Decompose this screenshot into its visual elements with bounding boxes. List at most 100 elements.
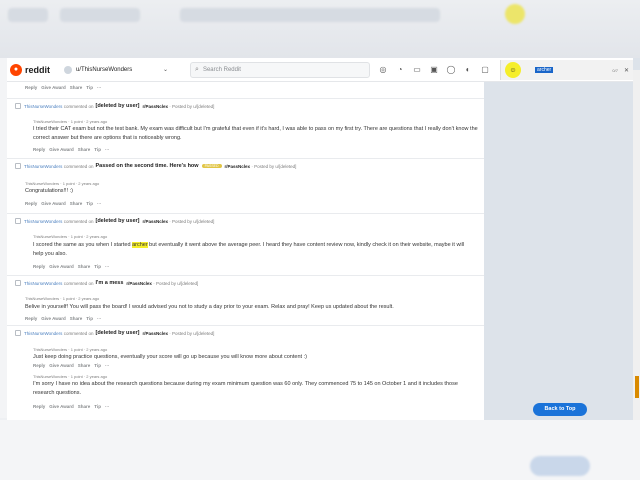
share-button[interactable]: Share — [70, 201, 83, 206]
comment-text: Just keep doing practice questions, even… — [33, 354, 307, 360]
tip-button[interactable]: Tip — [86, 85, 93, 90]
reply-button[interactable]: Reply — [33, 147, 45, 152]
blurred-highlight — [505, 4, 525, 24]
close-icon[interactable]: ✕ — [624, 67, 629, 74]
comment-checkbox-icon — [15, 103, 21, 109]
comment-author: ThisNurseWonders · 1 point · 2 years ago — [33, 374, 108, 379]
explore-icon[interactable]: ◎ — [378, 65, 388, 75]
username-link[interactable]: ThisNurseWonders — [24, 104, 62, 109]
search-match-highlight: archer — [132, 242, 148, 248]
verb-label: commented on — [63, 218, 94, 224]
community-selector[interactable]: u/ThisNurseWonders ⌄ — [64, 65, 168, 74]
comment-meta: ThisNurseWonders commented on [deleted b… — [15, 330, 214, 336]
subreddit-link[interactable]: r/PassNclex — [225, 164, 251, 169]
right-sidebar — [484, 58, 640, 420]
post-title-link[interactable]: [deleted by user] — [95, 218, 139, 224]
more-options-button[interactable]: ··· — [105, 404, 110, 409]
share-button[interactable]: Share — [70, 85, 83, 90]
notification-icon[interactable]: ◯ — [446, 65, 456, 75]
comment-author: ThisNurseWonders · 1 point · 2 years ago — [33, 347, 108, 352]
subreddit-link[interactable]: r/PassNclex — [143, 219, 169, 224]
search-input[interactable]: ⌕ Search Reddit — [190, 61, 371, 78]
username-link[interactable]: ThisNurseWonders — [24, 281, 62, 286]
video-icon[interactable]: ▭ — [412, 65, 422, 75]
tip-button[interactable]: Tip — [86, 316, 93, 321]
share-button[interactable]: Share — [78, 363, 91, 368]
reddit-logo-text[interactable]: reddit — [25, 65, 50, 75]
posted-by-label: · Posted by u/[deleted] — [169, 330, 215, 336]
share-button[interactable]: Share — [70, 316, 83, 321]
reply-button[interactable]: Reply — [33, 363, 45, 368]
list-item: ThisNurseWonders commented on I'm a mess… — [7, 275, 484, 325]
username-link[interactable]: ThisNurseWonders — [24, 219, 62, 224]
posted-by-label: · Posted by u/[deleted] — [153, 280, 199, 286]
more-options-button[interactable]: ··· — [105, 264, 110, 269]
reply-button[interactable]: Reply — [33, 264, 45, 269]
more-options-button[interactable]: ··· — [105, 363, 110, 368]
moderation-icon[interactable]: ▣ — [429, 65, 439, 75]
share-button[interactable]: Share — [78, 147, 91, 152]
find-query-input[interactable]: archer — [535, 67, 554, 73]
blurred-tab — [8, 8, 48, 22]
popular-icon[interactable]: ◔ — [395, 65, 405, 75]
give-award-button[interactable]: Give Award — [49, 363, 74, 368]
share-button[interactable]: Share — [78, 404, 91, 409]
tip-button[interactable]: Tip — [86, 201, 93, 206]
comment-actions: Reply Give Award Share Tip ··· — [25, 316, 105, 321]
give-award-button[interactable]: Give Award — [49, 147, 74, 152]
share-button[interactable]: Share — [78, 264, 91, 269]
give-award-button[interactable]: Give Award — [41, 85, 66, 90]
message-icon[interactable]: ▢ — [480, 65, 490, 75]
give-award-button[interactable]: Give Award — [49, 264, 74, 269]
blurred-browser-chrome — [0, 0, 640, 58]
comment-author: ThisNurseWonders · 1 point · 2 years ago — [33, 119, 108, 124]
comment-checkbox-icon — [15, 163, 21, 169]
username-link[interactable]: ThisNurseWonders — [24, 164, 62, 169]
more-options-button[interactable]: ··· — [97, 316, 102, 321]
comment-feed: Reply Give Award Share Tip ··· ThisNurse… — [7, 82, 484, 420]
tip-button[interactable]: Tip — [94, 404, 101, 409]
reply-button[interactable]: Reply — [25, 201, 37, 206]
reddit-logo-icon[interactable]: ● — [10, 63, 22, 76]
comment-text-part: I scored the same as you when I started — [33, 242, 133, 248]
chat-icon[interactable]: ◐ — [463, 65, 473, 75]
tip-button[interactable]: Tip — [94, 363, 101, 368]
posted-by-label: · Posted by u/[deleted] — [169, 103, 215, 109]
give-award-button[interactable]: Give Award — [49, 404, 74, 409]
username-link[interactable]: ThisNurseWonders — [24, 331, 62, 336]
subreddit-link[interactable]: r/PassNclex — [126, 281, 152, 286]
list-item: ThisNurseWonders commented on Passed on … — [7, 158, 484, 213]
subreddit-link[interactable]: r/PassNclex — [143, 104, 169, 109]
post-title-link[interactable]: [deleted by user] — [95, 330, 139, 336]
give-award-button[interactable]: Give Award — [41, 201, 66, 206]
comment-actions: Reply Give Award Share Tip ··· — [33, 404, 113, 409]
post-flair-badge: PASSED — [201, 164, 222, 168]
comment-actions: Reply Give Award Share Tip ··· — [25, 85, 105, 90]
list-item: Reply Give Award Share Tip ··· — [7, 82, 484, 98]
search-icon: ⌕ — [195, 65, 199, 73]
post-title-link[interactable]: I'm a mess — [95, 280, 123, 286]
scrollbar[interactable] — [633, 70, 640, 420]
more-options-button[interactable]: ··· — [97, 85, 102, 90]
more-options-button[interactable]: ··· — [97, 201, 102, 206]
back-to-top-button[interactable]: Back to Top — [533, 403, 587, 416]
post-title-link[interactable]: [deleted by user] — [95, 103, 139, 109]
subreddit-link[interactable]: r/PassNclex — [143, 331, 169, 336]
comment-text: I scored the same as you when I started … — [33, 241, 473, 259]
find-highlight-icon[interactable]: ☺ — [505, 62, 521, 78]
reply-button[interactable]: Reply — [25, 85, 37, 90]
scrollbar-thumb[interactable] — [635, 376, 639, 398]
tip-button[interactable]: Tip — [94, 264, 101, 269]
reply-button[interactable]: Reply — [25, 316, 37, 321]
comment-text: Belive in yourself! You will pass the bo… — [25, 304, 394, 310]
post-title-link[interactable]: Passed on the second time. Here's how — [95, 163, 198, 169]
comment-text: I'm sorry I have no idea about the resea… — [33, 381, 458, 396]
more-options-button[interactable]: ··· — [105, 147, 110, 152]
comment-text: I tried their CAT exam but not the test … — [33, 126, 478, 141]
reply-button[interactable]: Reply — [33, 404, 45, 409]
give-award-button[interactable]: Give Award — [41, 316, 66, 321]
find-match-count: 0/7 — [612, 67, 618, 73]
tip-button[interactable]: Tip — [94, 147, 101, 152]
list-item: ThisNurseWonders commented on [deleted b… — [7, 213, 484, 275]
comment-actions: Reply Give Award Share Tip ··· — [25, 201, 105, 206]
